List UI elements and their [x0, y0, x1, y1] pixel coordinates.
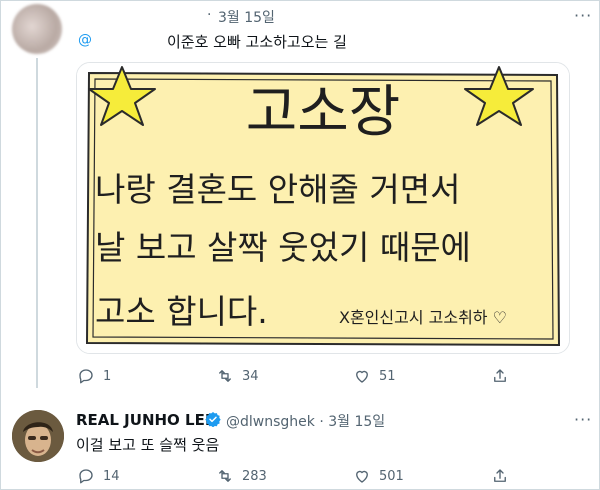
more-options-icon[interactable]: ··· [574, 410, 592, 429]
image-line-2: 날 보고 살짝 웃었기 때문에 [95, 228, 471, 267]
avatar[interactable] [12, 410, 64, 462]
reply-button[interactable]: 14 [77, 467, 120, 485]
image-line-3: 고소 합니다. [95, 292, 268, 331]
reply-icon [79, 469, 93, 484]
share-button[interactable] [491, 367, 509, 385]
share-icon [494, 469, 506, 482]
handle-and-date[interactable]: @dlwnsghek · 3월 15일 [226, 411, 385, 431]
thread-line [36, 58, 38, 388]
tweet-image[interactable]: 고소장 나랑 결혼도 안해줄 거면서 날 보고 살짝 웃었기 때문에 고소 합니… [76, 62, 570, 354]
like-count: 51 [379, 368, 396, 384]
retweet-button[interactable]: 34 [216, 367, 259, 385]
reply-icon [79, 369, 93, 384]
tweet-date[interactable]: 3월 15일 [218, 7, 275, 27]
reply-count: 1 [103, 368, 112, 384]
retweet-count: 283 [242, 468, 267, 484]
retweet-icon [219, 470, 231, 482]
heart-icon [356, 470, 368, 483]
verified-badge-icon [205, 412, 221, 427]
retweet-count: 34 [242, 368, 259, 384]
display-name[interactable]: REAL JUNHO LEE [76, 411, 215, 429]
reply-count: 14 [103, 468, 120, 484]
share-button[interactable] [491, 467, 509, 485]
image-signature: X혼인신고시 고소취하 ♡ [339, 308, 507, 327]
separator: · [207, 7, 212, 23]
retweet-button[interactable]: 283 [216, 467, 267, 485]
image-line-1: 나랑 결혼도 안해줄 거면서 [95, 170, 460, 209]
tweet-text: 이준호 오빠 고소하고오는 길 [167, 33, 347, 51]
reply-button[interactable]: 1 [77, 367, 111, 385]
more-options-icon[interactable]: ··· [574, 6, 592, 25]
mention-link[interactable]: @ [78, 32, 92, 48]
like-button[interactable]: 501 [353, 467, 404, 485]
tweet-text: 이걸 보고 또 슬쩍 웃음 [76, 436, 220, 454]
like-count: 501 [379, 468, 404, 484]
tweet-actions: 1 34 51 [0, 360, 600, 390]
like-button[interactable]: 51 [353, 367, 396, 385]
avatar[interactable] [12, 4, 62, 54]
retweet-icon [219, 370, 231, 382]
share-icon [494, 369, 506, 382]
tweet-original[interactable]: · 3월 15일 ··· @ 이준호 오빠 고소하고오는 길 고소장 나랑 결혼… [0, 0, 600, 395]
image-title: 고소장 [246, 80, 401, 145]
heart-icon [356, 370, 368, 383]
